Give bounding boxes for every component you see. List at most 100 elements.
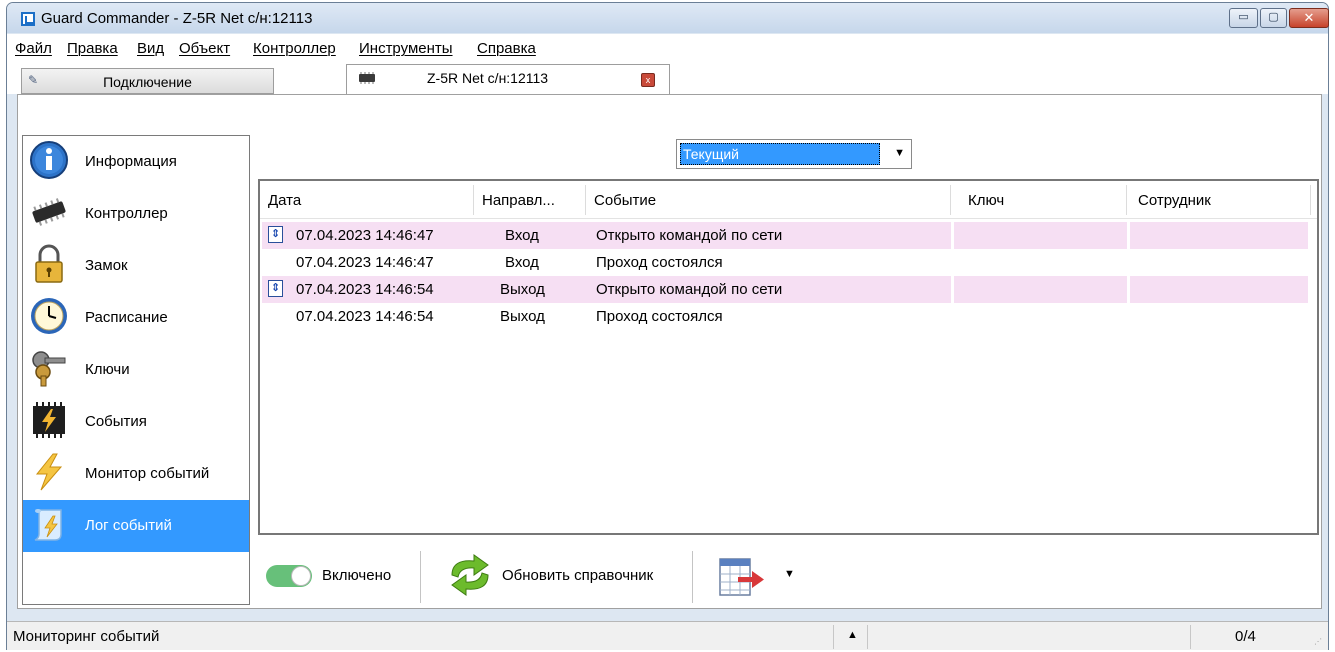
sidebar-item-controller[interactable]: Контроллер bbox=[23, 188, 249, 240]
sidebar-item-keys[interactable]: Ключи bbox=[23, 344, 249, 396]
cell-direction: Вход bbox=[505, 254, 539, 271]
clock-icon bbox=[31, 298, 67, 334]
sidebar-item-schedule[interactable]: Расписание bbox=[23, 292, 249, 344]
chip-icon bbox=[32, 198, 66, 226]
toggle-label[interactable]: Включено bbox=[322, 567, 391, 584]
resize-grip-icon[interactable]: ⋰ bbox=[1314, 637, 1324, 647]
cell-divider bbox=[951, 276, 954, 303]
cell-event: Открыто командой по сети bbox=[596, 281, 783, 298]
cell-divider bbox=[1127, 276, 1130, 303]
status-count: 0/4 bbox=[1235, 628, 1256, 645]
bottom-toolbar: Включено Обновить справочник ▼ bbox=[258, 541, 1319, 603]
close-button[interactable]: ✕ bbox=[1289, 8, 1329, 28]
keys-icon bbox=[32, 351, 66, 387]
triangle-up-icon[interactable]: ▲ bbox=[847, 629, 858, 641]
column-divider[interactable] bbox=[585, 185, 586, 215]
column-divider[interactable] bbox=[1310, 185, 1311, 215]
cell-event: Проход состоялся bbox=[596, 308, 723, 325]
export-table-icon[interactable] bbox=[718, 555, 766, 599]
app-window: Guard Commander - Z-5R Net с/н:12113 ▭ ▢… bbox=[6, 2, 1329, 650]
cell-direction: Вход bbox=[505, 227, 539, 244]
menu-tools[interactable]: Инструменты bbox=[359, 40, 453, 57]
table-row[interactable]: 07.04.2023 14:46:54 Выход Проход состоял… bbox=[262, 303, 1308, 330]
main-panel: Информация Контроллер Замок Расписание К… bbox=[17, 94, 1322, 609]
sidebar-item-event-monitor[interactable]: Монитор событий bbox=[23, 448, 249, 500]
table-header: Дата Направл... Событие Ключ Сотрудник bbox=[260, 181, 1317, 219]
column-divider[interactable] bbox=[473, 185, 474, 215]
sidebar-item-label: События bbox=[85, 413, 147, 430]
status-text: Мониторинг событий bbox=[13, 628, 160, 645]
arrow-up-down-icon: ⇕ bbox=[268, 280, 283, 297]
tab-device-label: Z-5R Net с/н:12113 bbox=[427, 70, 549, 86]
minimize-button[interactable]: ▭ bbox=[1229, 8, 1258, 28]
refresh-icon[interactable] bbox=[444, 553, 496, 597]
sidebar-item-label: Замок bbox=[85, 257, 128, 274]
info-icon bbox=[30, 141, 68, 179]
column-header-key[interactable]: Ключ bbox=[968, 192, 1004, 209]
cell-event: Проход состоялся bbox=[596, 254, 723, 271]
events-table: Дата Направл... Событие Ключ Сотрудник ⇕… bbox=[258, 179, 1319, 535]
menu-view[interactable]: Вид bbox=[137, 40, 164, 57]
sidebar-item-event-log[interactable]: Лог событий bbox=[23, 500, 249, 552]
cell-divider bbox=[951, 222, 954, 249]
lightning-icon bbox=[35, 453, 63, 491]
sidebar-item-label: Монитор событий bbox=[85, 465, 210, 482]
sidebar-item-lock[interactable]: Замок bbox=[23, 240, 249, 292]
column-header-employee[interactable]: Сотрудник bbox=[1138, 192, 1211, 209]
column-divider[interactable] bbox=[1126, 185, 1127, 215]
cell-date: 07.04.2023 14:46:47 bbox=[296, 254, 434, 271]
cell-direction: Выход bbox=[500, 281, 545, 298]
refresh-directory-button[interactable]: Обновить справочник bbox=[502, 567, 653, 584]
maximize-button[interactable]: ▢ bbox=[1260, 8, 1287, 28]
period-select[interactable]: Текущий ▼ bbox=[676, 139, 912, 169]
menu-edit[interactable]: Правка bbox=[67, 40, 118, 57]
tab-strip: ✎ Подключение Z-5R Net с/н:12113 x bbox=[7, 64, 1328, 94]
lock-icon bbox=[35, 244, 63, 283]
sidebar-item-events[interactable]: События bbox=[23, 396, 249, 448]
app-logo-icon bbox=[21, 12, 35, 26]
tab-close-icon[interactable]: x bbox=[641, 73, 655, 87]
column-header-direction[interactable]: Направл... bbox=[482, 192, 555, 209]
status-divider bbox=[833, 625, 834, 649]
table-row[interactable]: ⇕ 07.04.2023 14:46:54 Выход Открыто кома… bbox=[262, 276, 1308, 303]
monitor-toggle[interactable] bbox=[266, 565, 312, 587]
sidebar-item-label: Ключи bbox=[85, 361, 130, 378]
log-scroll-icon bbox=[34, 509, 62, 541]
status-divider bbox=[867, 625, 868, 649]
status-bar: Мониторинг событий ▲ 0/4 ⋰ bbox=[7, 621, 1328, 650]
tab-connection[interactable]: ✎ Подключение bbox=[21, 68, 274, 94]
menu-controller[interactable]: Контроллер bbox=[253, 40, 336, 57]
column-divider[interactable] bbox=[950, 185, 951, 215]
menu-object[interactable]: Объект bbox=[179, 40, 230, 57]
window-title: Guard Commander - Z-5R Net с/н:12113 bbox=[41, 10, 313, 27]
table-row[interactable]: ⇕ 07.04.2023 14:46:47 Вход Открыто коман… bbox=[262, 222, 1308, 249]
cell-direction: Выход bbox=[500, 308, 545, 325]
cell-date: 07.04.2023 14:46:54 bbox=[296, 308, 434, 325]
menu-help[interactable]: Справка bbox=[477, 40, 536, 57]
cell-divider bbox=[1127, 222, 1130, 249]
toggle-knob bbox=[291, 566, 311, 586]
tab-connection-label: Подключение bbox=[103, 74, 192, 90]
cell-date: 07.04.2023 14:46:47 bbox=[296, 227, 434, 244]
sidebar-item-label: Расписание bbox=[85, 309, 168, 326]
sidebar-item-label: Информация bbox=[85, 153, 177, 170]
sidebar-item-label: Лог событий bbox=[85, 517, 172, 534]
period-select-value: Текущий bbox=[680, 143, 880, 165]
cell-event: Открыто командой по сети bbox=[596, 227, 783, 244]
menu-file[interactable]: Файл bbox=[15, 40, 52, 57]
toolbar-divider bbox=[692, 551, 693, 603]
chip-icon bbox=[357, 71, 377, 88]
column-header-date[interactable]: Дата bbox=[268, 192, 301, 209]
table-row[interactable]: 07.04.2023 14:46:47 Вход Проход состоялс… bbox=[262, 249, 1308, 276]
title-bar[interactable]: Guard Commander - Z-5R Net с/н:12113 ▭ ▢… bbox=[7, 3, 1329, 33]
sidebar: Информация Контроллер Замок Расписание К… bbox=[22, 135, 250, 605]
chevron-down-icon[interactable]: ▼ bbox=[894, 147, 905, 159]
sidebar-item-info[interactable]: Информация bbox=[23, 136, 249, 188]
tab-device[interactable]: Z-5R Net с/н:12113 x bbox=[346, 64, 670, 94]
column-header-event[interactable]: Событие bbox=[594, 192, 656, 209]
cell-date: 07.04.2023 14:46:54 bbox=[296, 281, 434, 298]
status-divider bbox=[1190, 625, 1191, 649]
arrow-up-down-icon: ⇕ bbox=[268, 226, 283, 243]
chevron-down-icon[interactable]: ▼ bbox=[784, 568, 795, 580]
sidebar-item-label: Контроллер bbox=[85, 205, 168, 222]
